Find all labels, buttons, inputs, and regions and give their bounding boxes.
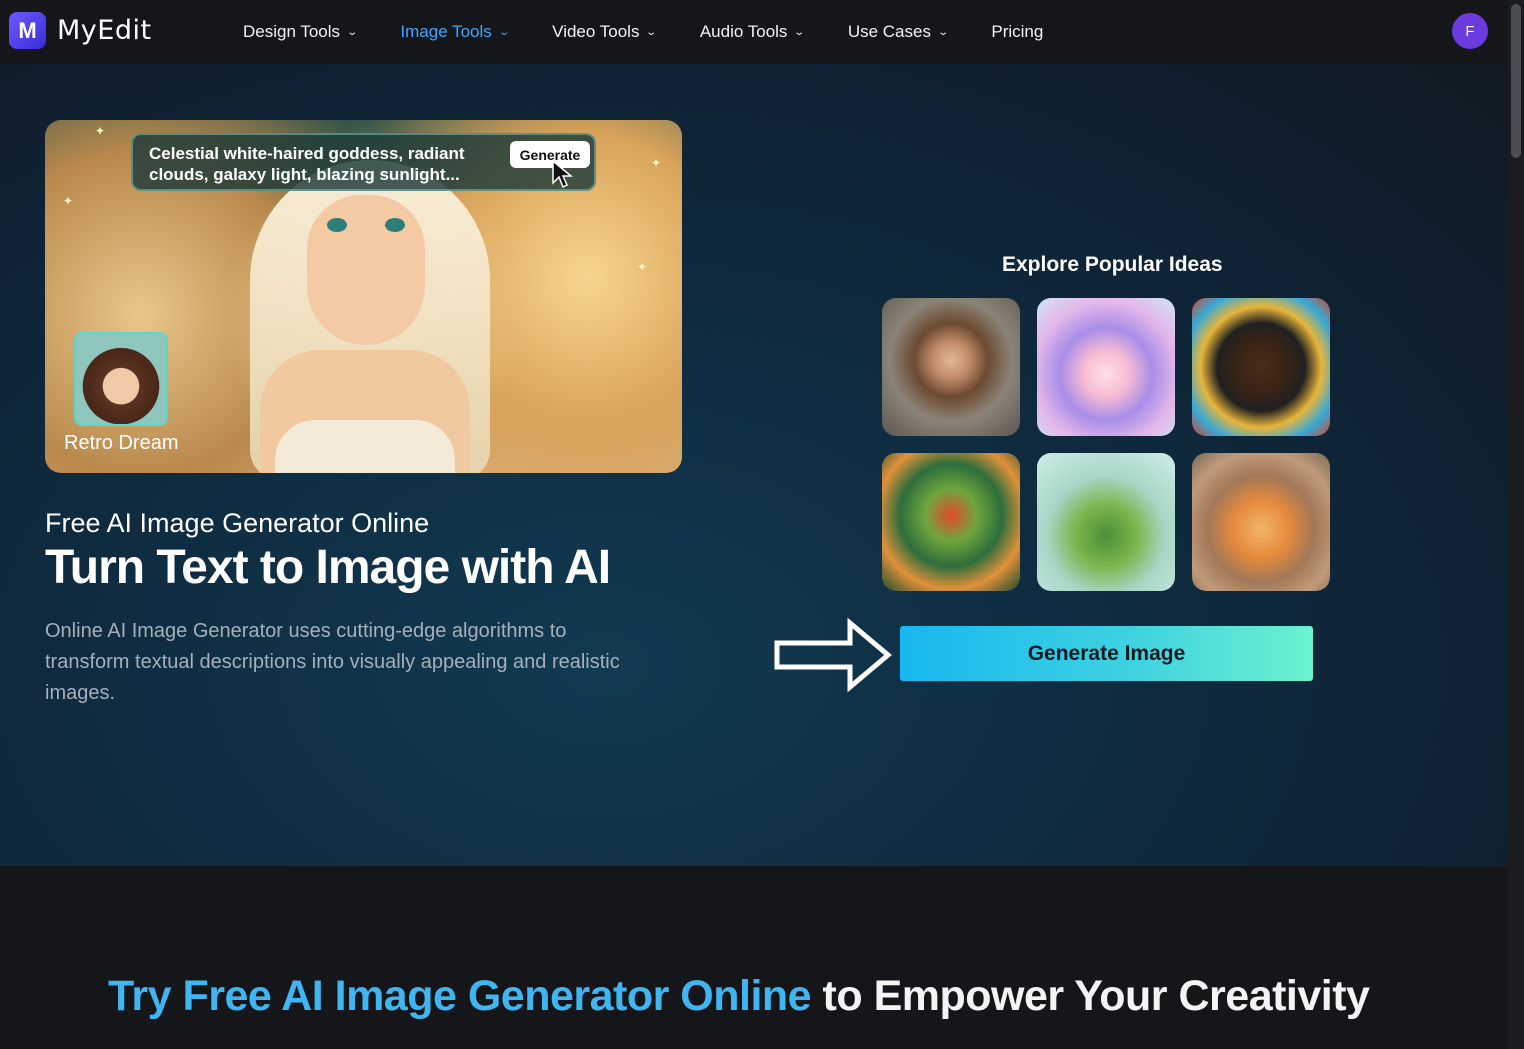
user-avatar[interactable]: F <box>1452 13 1488 49</box>
nav-use-cases-label: Use Cases <box>847 22 931 41</box>
hero-description: Online AI Image Generator uses cutting-e… <box>45 620 620 704</box>
woman-portrait-image[interactable] <box>882 298 1020 436</box>
style-label: Retro Dream <box>64 432 179 454</box>
chevron-down-icon: ⌄ <box>937 26 950 38</box>
chevron-down-icon: ⌄ <box>645 26 658 38</box>
nav-use-cases[interactable]: Use Cases ⌄ <box>847 22 950 42</box>
nav-design-tools-label: Design Tools <box>243 22 341 41</box>
goddess-eye <box>327 218 347 232</box>
prompt-generate-button: Generate <box>510 141 590 168</box>
nav-image-tools[interactable]: Image Tools ⌄ <box>400 22 510 42</box>
top-nav: M MyEdit Design Tools ⌄ Image Tools ⌄ Vi… <box>0 0 1508 64</box>
nav-pricing[interactable]: Pricing <box>991 22 1043 42</box>
star-icon: ✦ <box>651 156 662 170</box>
retro-dream-thumbnail <box>74 332 168 426</box>
popular-ideas-grid <box>882 298 1331 591</box>
star-icon: ✦ <box>95 124 106 138</box>
nav-audio-tools[interactable]: Audio Tools ⌄ <box>699 22 806 42</box>
nav-menu: Design Tools ⌄ Image Tools ⌄ Video Tools… <box>243 0 1087 64</box>
nav-audio-tools-label: Audio Tools <box>699 22 788 41</box>
prompt-box: Celestial white-haired goddess, radiant … <box>131 133 596 191</box>
star-icon: ✦ <box>63 194 74 208</box>
hero-showcase-image: ✦ ✦ ✦ ✦ Celestial white-haired goddess, … <box>45 120 682 473</box>
section-title: Try Free AI Image Generator Online to Em… <box>108 972 1370 1021</box>
star-icon: ✦ <box>637 260 648 274</box>
arrow-right-icon <box>774 617 892 693</box>
nav-video-tools-label: Video Tools <box>552 22 640 41</box>
prompt-text: Celestial white-haired goddess, radiant … <box>149 144 465 184</box>
hero-subtitle: Free AI Image Generator Online <box>45 508 430 538</box>
anime-girl-image[interactable] <box>1037 298 1175 436</box>
chevron-down-icon: ⌄ <box>346 26 359 38</box>
hero-section: ✦ ✦ ✦ ✦ Celestial white-haired goddess, … <box>0 64 1508 866</box>
hero-title: Turn Text to Image with AI <box>45 541 611 594</box>
graffiti-man-image[interactable] <box>1192 298 1330 436</box>
section-title-highlight: Try Free AI Image Generator Online <box>108 972 812 1020</box>
nav-pricing-label: Pricing <box>991 22 1044 41</box>
goddess-eye <box>385 218 405 232</box>
scrollbar-thumb[interactable] <box>1511 4 1521 158</box>
kitten-image[interactable] <box>1192 453 1330 591</box>
page-scrollbar[interactable] <box>1508 0 1524 1049</box>
brand-name: MyEdit <box>57 15 152 46</box>
nav-design-tools[interactable]: Design Tools ⌄ <box>243 22 359 42</box>
explore-title: Explore Popular Ideas <box>1002 253 1223 276</box>
floating-island-image[interactable] <box>1037 453 1175 591</box>
parrot-image[interactable] <box>882 453 1020 591</box>
goddess-face <box>307 195 425 345</box>
goddess-dress <box>275 420 455 473</box>
nav-video-tools[interactable]: Video Tools ⌄ <box>552 22 658 42</box>
section-title-rest: to Empower Your Creativity <box>811 972 1370 1020</box>
mouse-cursor-icon <box>552 159 573 189</box>
nav-image-tools-label: Image Tools <box>400 22 492 41</box>
brand-logo[interactable]: M MyEdit <box>9 12 152 49</box>
chevron-down-icon: ⌄ <box>793 26 806 38</box>
chevron-down-icon: ⌄ <box>498 26 510 38</box>
generate-image-button[interactable]: Generate Image <box>900 626 1313 681</box>
myedit-logo-icon: M <box>9 12 46 49</box>
